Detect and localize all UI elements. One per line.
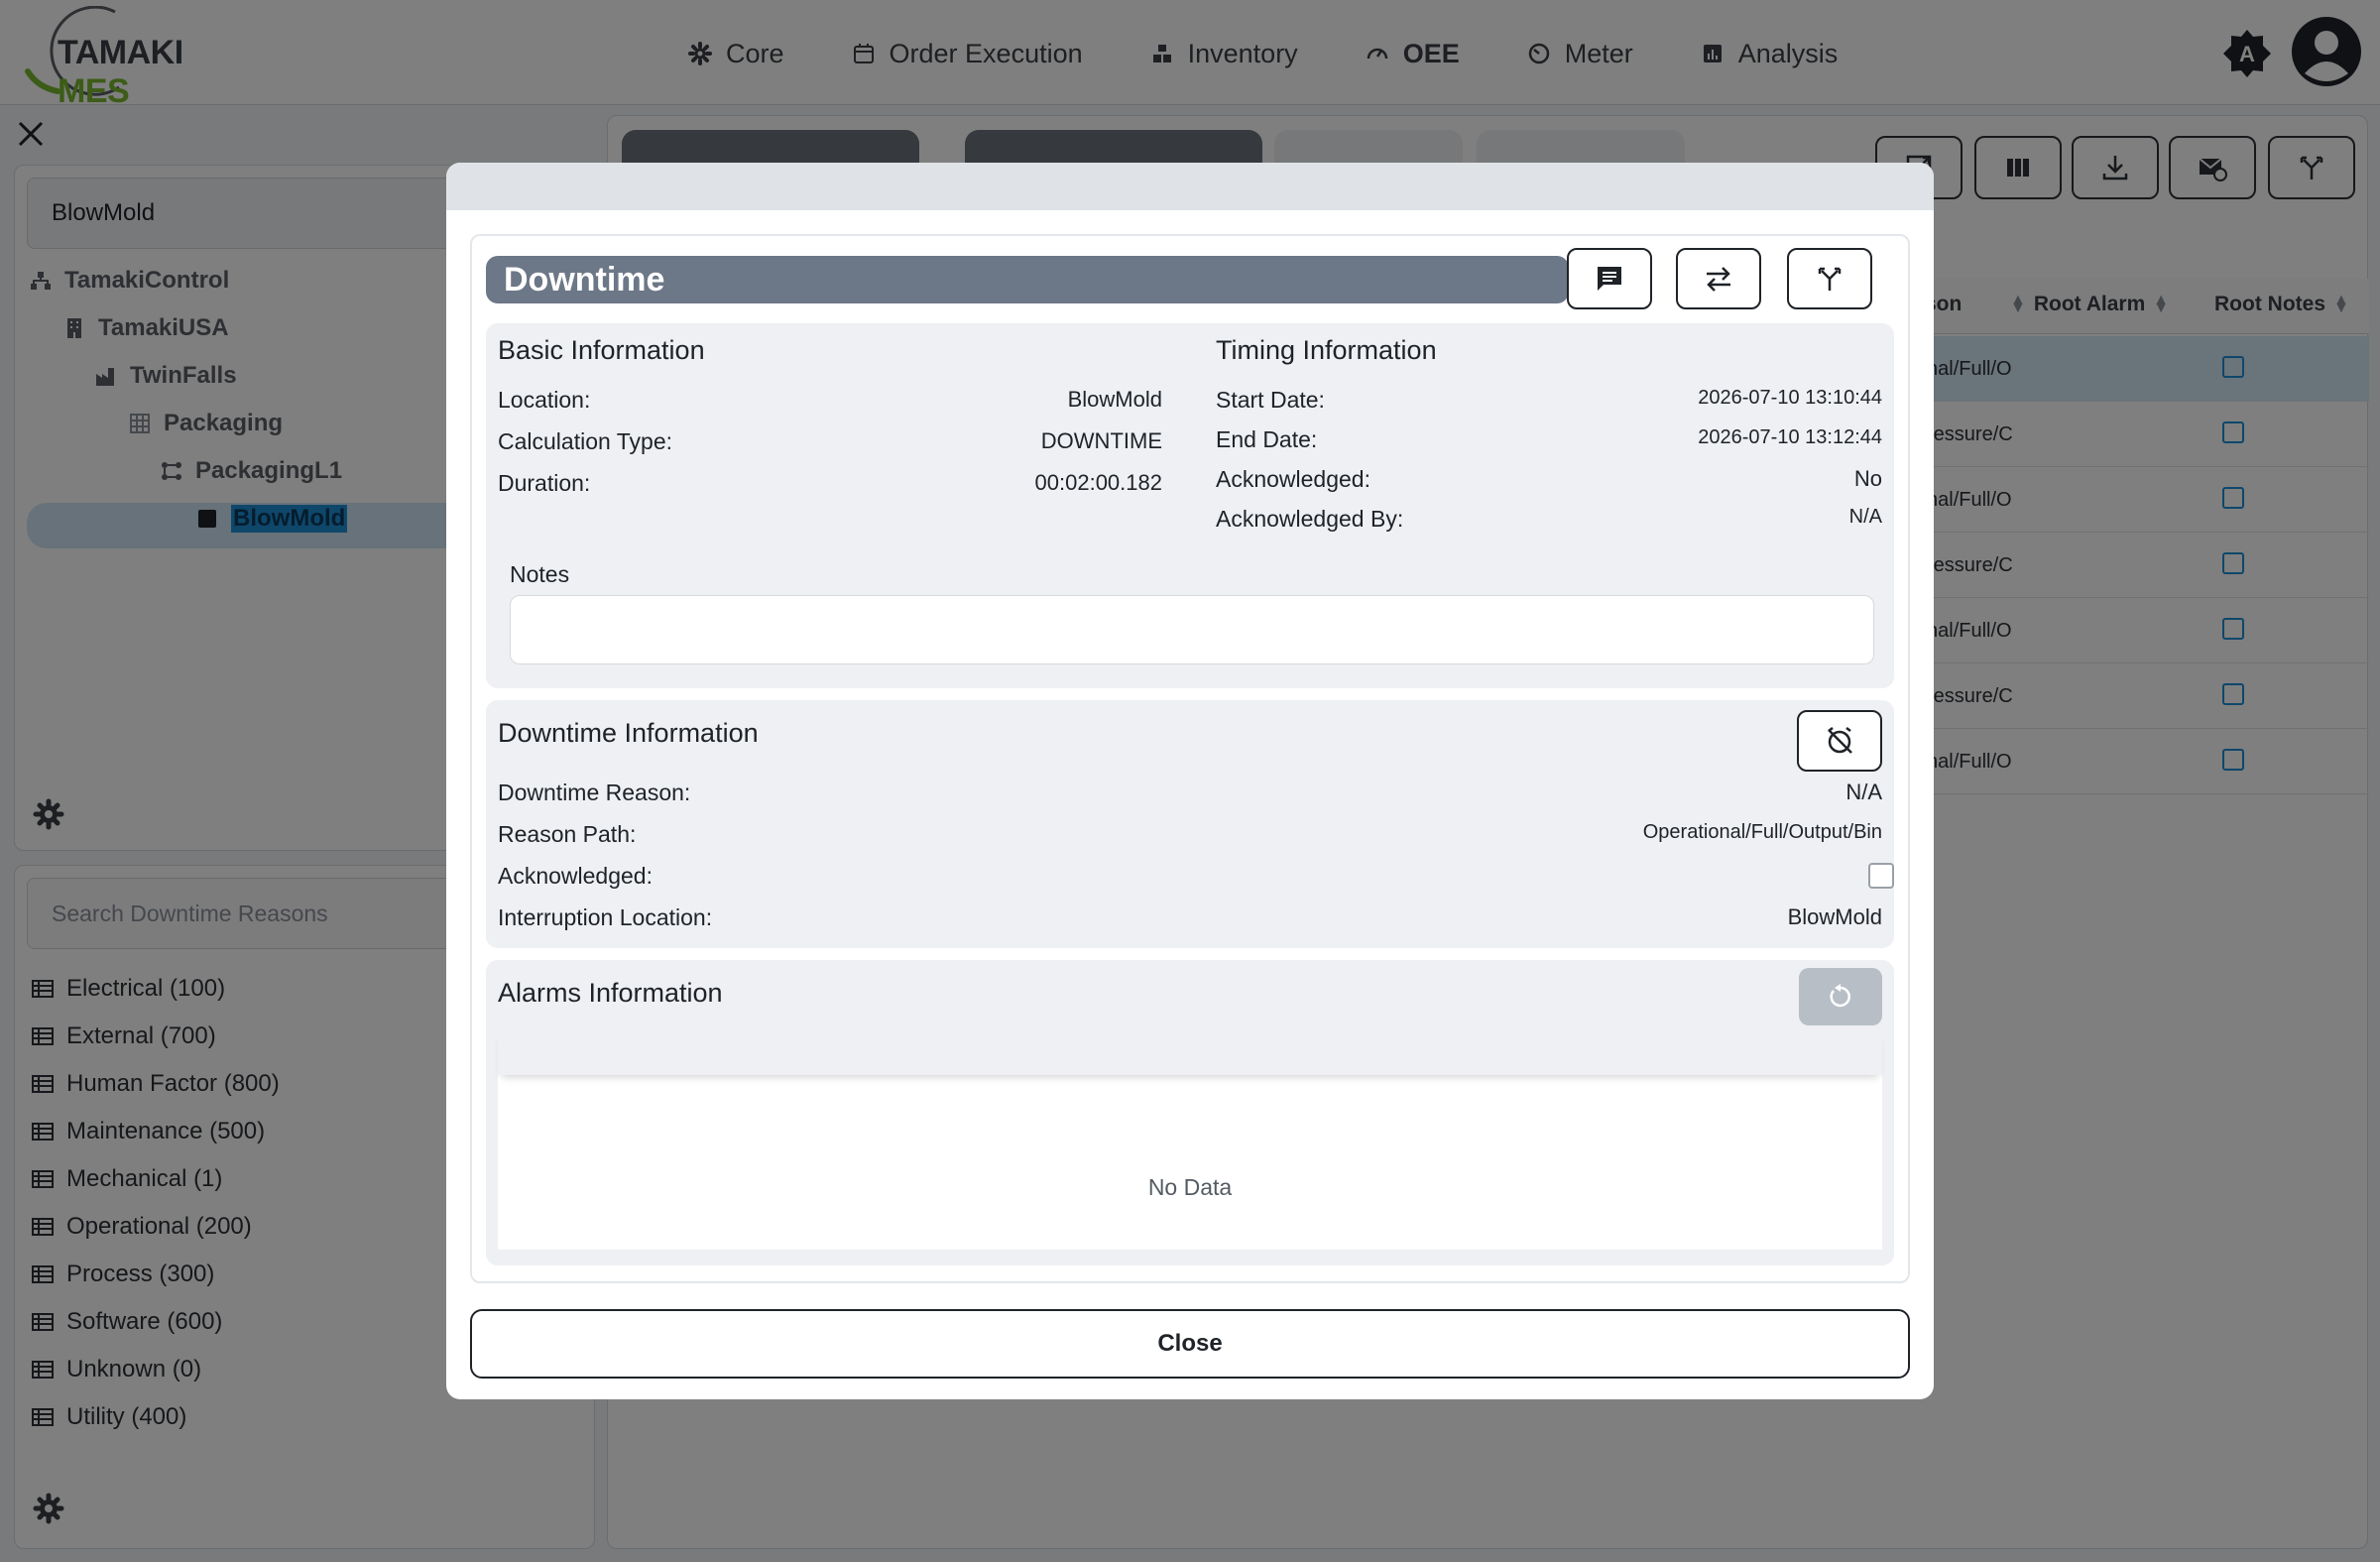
acknowledged-label: Acknowledged: bbox=[1216, 466, 1370, 492]
downtime-reason-value: N/A bbox=[1845, 780, 1882, 804]
downtime-info-title: Downtime Information bbox=[498, 718, 759, 748]
add-note-button[interactable] bbox=[1567, 248, 1652, 309]
refresh-icon bbox=[1830, 984, 1850, 1008]
interruption-location-value: BlowMold bbox=[1787, 904, 1882, 929]
calculation-type-label: Calculation Type: bbox=[498, 428, 673, 454]
refresh-alarms-button[interactable] bbox=[1799, 968, 1882, 1025]
alarms-table-header bbox=[498, 1031, 1882, 1075]
basic-timing-card: Basic Information Location: BlowMold Cal… bbox=[486, 323, 1894, 688]
location-label: Location: bbox=[498, 387, 591, 413]
location-value: BlowMold bbox=[1067, 387, 1162, 412]
modal-header-strip bbox=[446, 163, 1934, 210]
downtime-reason-label: Downtime Reason: bbox=[498, 780, 691, 805]
notes-field[interactable] bbox=[510, 595, 1874, 664]
duration-value: 00:02:00.182 bbox=[1034, 470, 1162, 495]
no-data-text: No Data bbox=[1147, 1174, 1233, 1200]
alarm-off-icon bbox=[1828, 727, 1852, 754]
swap-button[interactable] bbox=[1676, 248, 1761, 309]
downtime-acknowledged-label: Acknowledged: bbox=[498, 863, 653, 889]
start-date-label: Start Date: bbox=[1216, 387, 1325, 413]
alarms-table: No Data bbox=[498, 1031, 1882, 1250]
comment-icon bbox=[1598, 267, 1621, 291]
end-date-value: 2026-07-10 13:12:44 bbox=[1698, 426, 1882, 448]
basic-info-title: Basic Information bbox=[498, 335, 705, 365]
alarms-info-title: Alarms Information bbox=[498, 978, 723, 1008]
calculation-type-value: DOWNTIME bbox=[1040, 428, 1162, 453]
reason-path-label: Reason Path: bbox=[498, 821, 637, 847]
interruption-location-label: Interruption Location: bbox=[498, 904, 713, 930]
end-date-label: End Date: bbox=[1216, 426, 1318, 452]
alarm-off-button[interactable] bbox=[1797, 710, 1882, 772]
close-modal-button[interactable]: Close bbox=[470, 1309, 1910, 1379]
notes-label: Notes bbox=[510, 561, 570, 587]
start-date-value: 2026-07-10 13:10:44 bbox=[1698, 387, 1882, 409]
duration-label: Duration: bbox=[498, 470, 591, 496]
acknowledged-value: No bbox=[1853, 466, 1882, 491]
timing-info-title: Timing Information bbox=[1216, 335, 1437, 365]
modal-content-frame: Downtime Basic Information Location: Blo… bbox=[470, 234, 1910, 1283]
acknowledged-checkbox[interactable] bbox=[1868, 863, 1894, 889]
alarms-info-card: Alarms Information No Data bbox=[486, 960, 1894, 1265]
swap-icon bbox=[1707, 267, 1730, 292]
downtime-detail-modal: Downtime Basic Information Location: Blo… bbox=[446, 163, 1934, 1399]
split-button[interactable] bbox=[1787, 248, 1872, 309]
acknowledged-by-value: N/A bbox=[1848, 506, 1882, 528]
merge-icon bbox=[1818, 267, 1842, 291]
reason-path-value: Operational/Full/Output/Bin bbox=[1642, 821, 1882, 843]
modal-title: Downtime bbox=[486, 256, 1569, 303]
acknowledged-by-label: Acknowledged By: bbox=[1216, 506, 1404, 532]
downtime-info-card: Downtime Information Downtime Reason: N/… bbox=[486, 700, 1894, 948]
